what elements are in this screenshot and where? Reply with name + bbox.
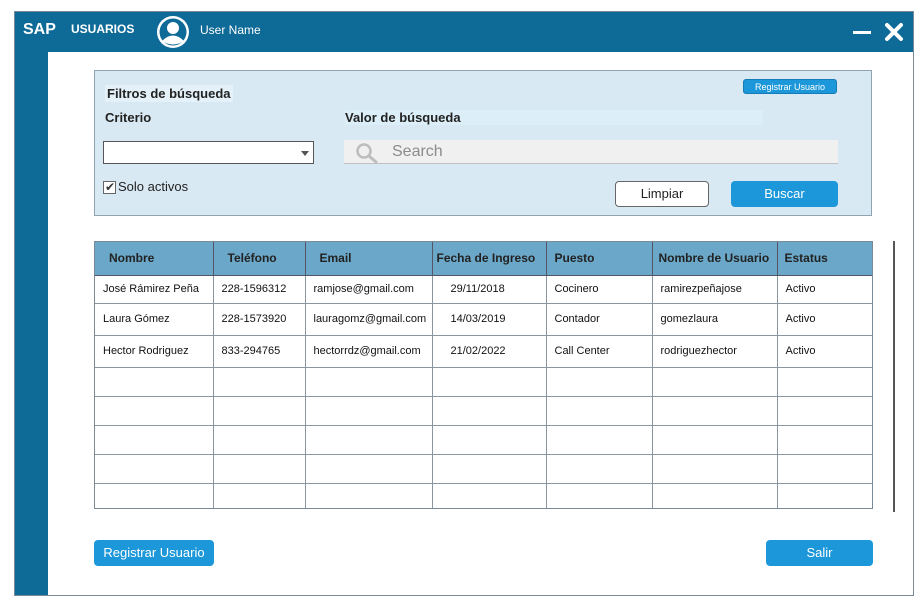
search-icon	[356, 143, 378, 163]
search-value-label: Valor de búsqueda	[345, 110, 763, 125]
table-header-row: Nombre Teléfono Email Fecha de Ingreso P…	[95, 242, 872, 276]
table-row[interactable]: Hector Rodriguez 833-294765 hectorrdz@gm…	[95, 334, 872, 367]
register-user-small-button[interactable]: Registrar Usuario	[743, 79, 837, 94]
user-avatar-icon[interactable]	[156, 15, 190, 49]
search-button[interactable]: Buscar	[731, 181, 838, 207]
search-filters-panel: Filtros de búsqueda Registrar Usuario Cr…	[94, 70, 872, 216]
register-user-button[interactable]: Registrar Usuario	[94, 540, 214, 566]
column-header-nombre-usuario[interactable]: Nombre de Usuario	[652, 242, 778, 276]
cell-telefono: 228-1596312	[213, 274, 306, 303]
users-table: Nombre Teléfono Email Fecha de Ingreso P…	[94, 241, 873, 509]
cell-usuario: gomezlaura	[652, 302, 778, 335]
search-input[interactable]	[392, 142, 812, 162]
cell-usuario: rodriguezhector	[652, 334, 778, 367]
cell-usuario: ramirezpeñajose	[652, 274, 778, 303]
column-header-estatus[interactable]: Estatus	[777, 242, 872, 276]
empty-table-row[interactable]	[95, 424, 872, 454]
cell-puesto: Contador	[546, 302, 653, 335]
cell-telefono: 228-1573920	[213, 302, 306, 335]
cell-puesto: Cocinero	[546, 274, 653, 303]
cell-email: ramjose@gmail.com	[305, 274, 433, 303]
cell-estatus: Activo	[777, 274, 872, 303]
search-box[interactable]	[344, 140, 838, 164]
sidebar	[15, 52, 48, 595]
user-name[interactable]: User Name	[200, 23, 261, 37]
minus-icon[interactable]	[851, 21, 873, 43]
empty-table-row[interactable]	[95, 482, 872, 508]
table-row[interactable]: Laura Gómez 228-1573920 lauragomz@gmail.…	[95, 302, 872, 335]
cell-email: lauragomz@gmail.com	[305, 302, 433, 335]
column-header-fecha-ingreso[interactable]: Fecha de Ingreso	[432, 242, 547, 276]
table-row[interactable]: José Rámirez Peña 228-1596312 ramjose@gm…	[95, 274, 872, 303]
brand-logo: SAP	[23, 21, 56, 38]
cell-nombre: Laura Gómez	[95, 302, 214, 335]
cell-email: hectorrdz@gmail.com	[305, 334, 433, 367]
cell-fecha: 14/03/2019	[432, 302, 547, 335]
cell-fecha: 29/11/2018	[432, 274, 547, 303]
criterio-label: Criterio	[105, 110, 152, 125]
column-header-nombre[interactable]: Nombre	[95, 242, 214, 276]
section-title: USUARIOS	[71, 22, 135, 36]
cell-fecha: 21/02/2022	[432, 334, 547, 367]
cell-puesto: Call Center	[546, 334, 653, 367]
column-header-email[interactable]: Email	[305, 242, 433, 276]
exit-button[interactable]: Salir	[766, 540, 873, 566]
cell-estatus: Activo	[777, 302, 872, 335]
column-header-puesto[interactable]: Puesto	[546, 242, 653, 276]
criterio-select[interactable]	[103, 141, 314, 164]
title-bar: SAP USUARIOS User Name	[15, 12, 913, 52]
chevron-down-icon	[301, 151, 309, 156]
column-header-telefono[interactable]: Teléfono	[213, 242, 306, 276]
close-icon[interactable]	[883, 21, 905, 43]
filters-title: Filtros de búsqueda	[105, 85, 233, 102]
cell-nombre: Hector Rodriguez	[95, 334, 214, 367]
cell-nombre: José Rámirez Peña	[95, 274, 214, 303]
checkmark-icon: ✔	[105, 180, 116, 194]
solo-activos-checkbox[interactable]: ✔	[103, 180, 116, 194]
cell-estatus: Activo	[777, 334, 872, 367]
empty-table-row[interactable]	[95, 395, 872, 425]
empty-table-row[interactable]	[95, 453, 872, 483]
app-window: SAP USUARIOS User Name Filtros de búsque…	[14, 11, 914, 596]
solo-activos-label[interactable]: Solo activos	[118, 179, 188, 194]
table-scrollbar[interactable]	[893, 241, 895, 512]
cell-telefono: 833-294765	[213, 334, 306, 367]
empty-table-row[interactable]	[95, 366, 872, 396]
clear-button[interactable]: Limpiar	[615, 181, 709, 207]
